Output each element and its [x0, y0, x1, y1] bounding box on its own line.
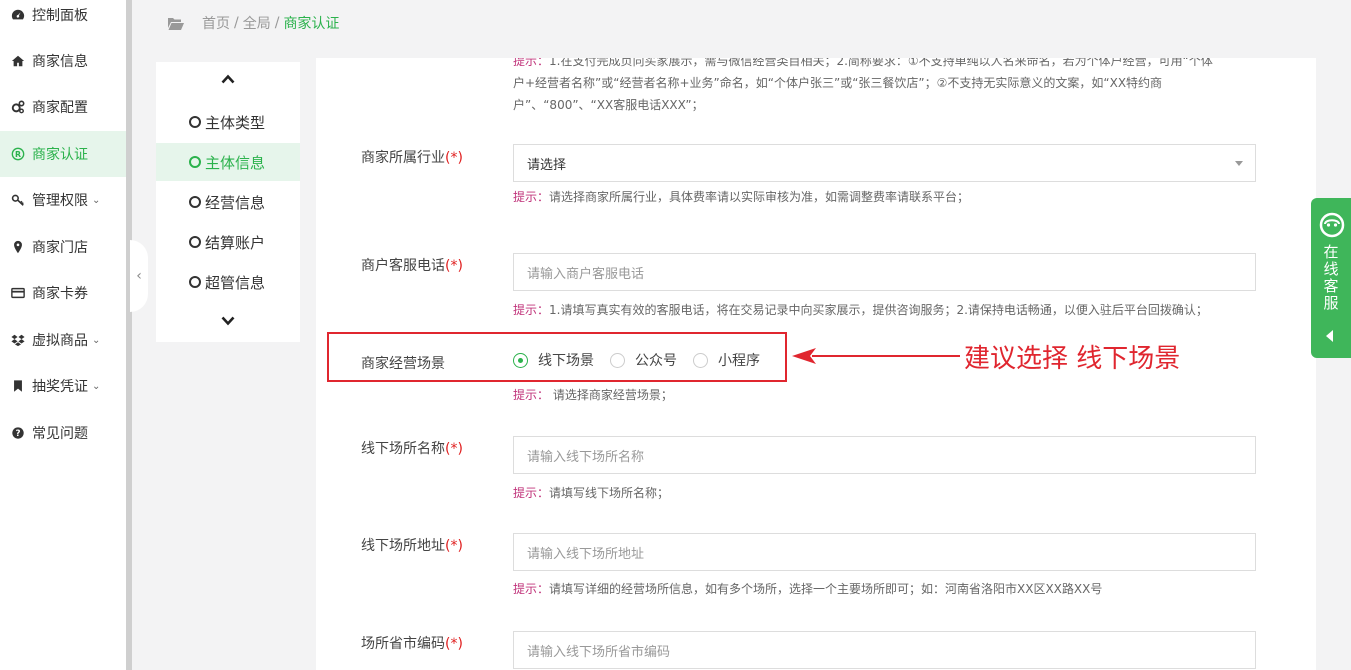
step-label: 主体信息: [205, 153, 266, 172]
place-code-label: 场所省市编码(*): [361, 636, 463, 652]
service-phone-label: 商户客服电话(*): [361, 258, 463, 274]
circle-icon: [189, 156, 201, 168]
home-icon: [10, 53, 26, 69]
circle-icon: [189, 116, 201, 128]
step-label: 经营信息: [205, 193, 266, 212]
chevron-left-icon: ‹: [136, 268, 142, 284]
circle-icon: [189, 236, 201, 248]
sidebar-item-stores[interactable]: 商家门店: [0, 224, 126, 270]
bookmark-icon: [10, 378, 26, 394]
sidebar-item-merchant-auth[interactable]: R 商家认证: [0, 131, 126, 177]
online-service-label: 在线客服: [1323, 243, 1339, 312]
chevron-down-icon: [221, 316, 235, 326]
chevron-up-icon: [221, 74, 235, 84]
place-name-hint: 提示：请填写线下场所名称；: [513, 486, 670, 500]
chevron-down-icon: ⌄: [92, 380, 101, 392]
place-name-label: 线下场所名称(*): [361, 441, 463, 457]
step-item-settlement-account[interactable]: 结算账户: [156, 223, 300, 261]
sidebar-item-merchant-config[interactable]: 商家配置: [0, 84, 126, 130]
breadcrumb-global[interactable]: 全局: [243, 13, 271, 33]
place-address-hint: 提示：请填写详细的经营场所信息，如有多个场所，选择一个主要场所即可；如：河南省洛…: [513, 582, 1103, 596]
business-scene-hint: 提示： 请选择商家经营场景；: [513, 388, 673, 402]
chevron-down-icon: ⌄: [92, 334, 101, 346]
map-pin-icon: [10, 239, 26, 255]
sidebar-item-merchant-info[interactable]: 商家信息: [0, 38, 126, 84]
svg-text:?: ?: [15, 429, 20, 439]
circle-icon: [189, 196, 201, 208]
step-nav: 主体类型 主体信息 经营信息 结算账户 超管信息: [156, 62, 300, 342]
folder-open-icon: [168, 17, 184, 30]
industry-label: 商家所属行业(*): [361, 150, 463, 166]
sidebar-item-label: 虚拟商品: [32, 333, 88, 349]
question-icon: ?: [10, 425, 26, 441]
step-label: 结算账户: [205, 233, 266, 252]
sidebar-item-label: 管理权限: [32, 193, 88, 209]
sidebar-divider: [126, 0, 132, 670]
sidebar-item-virtual-goods[interactable]: 虚拟商品 ⌄: [0, 317, 126, 363]
place-address-label: 线下场所地址(*): [361, 538, 463, 554]
step-label: 超管信息: [205, 273, 266, 292]
sidebar-item-cards[interactable]: 商家卡券: [0, 270, 126, 316]
step-down-button[interactable]: [156, 314, 300, 330]
breadcrumb: 首页 / 全局 / 商家认证: [168, 13, 339, 33]
sidebar-item-dashboard[interactable]: 控制面板: [0, 0, 126, 38]
sidebar-item-label: 控制面板: [32, 8, 88, 24]
sidebar-item-label: 商家门店: [32, 240, 88, 256]
registered-icon: R: [10, 146, 26, 162]
dashboard-icon: [10, 7, 26, 23]
sidebar-item-label: 商家认证: [32, 147, 88, 163]
dropbox-icon: [10, 332, 26, 348]
annotation-arrow-icon: [792, 348, 960, 364]
breadcrumb-home[interactable]: 首页: [202, 13, 230, 33]
online-service-widget[interactable]: 在线客服: [1311, 198, 1351, 358]
short-name-hint: 提示：1.在支付完成页向买家展示，需与微信经营类目相关；2.简称要求：①不支持单…: [513, 58, 1213, 112]
step-item-subject-type[interactable]: 主体类型: [156, 103, 300, 141]
industry-hint: 提示：请选择商家所属行业，具体费率请以实际审核为准，如需调整费率请联系平台；: [513, 190, 970, 204]
key-icon: [10, 192, 26, 208]
headset-icon: [1319, 212, 1345, 238]
breadcrumb-current: 商家认证: [283, 16, 340, 32]
step-up-button[interactable]: [156, 72, 300, 88]
sidebar-item-permissions[interactable]: 管理权限 ⌄: [0, 177, 126, 223]
circle-icon: [189, 276, 201, 288]
caret-left-icon: [1326, 330, 1333, 342]
sidebar-item-label: 抽奖凭证: [32, 379, 88, 395]
gears-icon: [10, 99, 26, 115]
place-code-input[interactable]: 请输入线下场所省市编码: [513, 631, 1256, 669]
step-label: 主体类型: [205, 113, 266, 132]
place-name-input[interactable]: 请输入线下场所名称: [513, 436, 1256, 474]
sidebar-item-label: 商家信息: [32, 54, 88, 70]
step-item-subject-info[interactable]: 主体信息: [156, 143, 300, 181]
sidebar-collapse-button[interactable]: ‹: [130, 240, 148, 312]
breadcrumb-separator: /: [234, 15, 239, 31]
sidebar-item-label: 常见问题: [32, 426, 88, 442]
annotation-highlight-box: [327, 332, 787, 382]
svg-text:R: R: [15, 150, 21, 159]
step-item-admin-info[interactable]: 超管信息: [156, 263, 300, 301]
place-address-input[interactable]: 请输入线下场所地址: [513, 533, 1256, 571]
service-phone-input[interactable]: 请输入商户客服电话: [513, 253, 1256, 291]
caret-down-icon: [1235, 161, 1243, 166]
sidebar-item-label: 商家配置: [32, 100, 88, 116]
sidebar: 控制面板 商家信息 商家配置 R 商家认证 管理权限 ⌄ 商家门店 商家卡券 虚…: [0, 0, 126, 670]
sidebar-item-label: 商家卡券: [32, 286, 88, 302]
chevron-down-icon: ⌄: [92, 194, 101, 206]
sidebar-item-faq[interactable]: ? 常见问题: [0, 410, 126, 456]
service-phone-hint: 提示：1.请填写真实有效的客服电话，将在交易记录中向买家展示，提供咨询服务；2.…: [513, 303, 1208, 317]
step-item-business-info[interactable]: 经营信息: [156, 183, 300, 221]
card-icon: [10, 285, 26, 301]
sidebar-item-lottery[interactable]: 抽奖凭证 ⌄: [0, 363, 126, 409]
breadcrumb-separator: /: [274, 15, 280, 31]
annotation-text: 建议选择 线下场景: [964, 344, 1181, 374]
industry-select[interactable]: 请选择: [513, 144, 1256, 182]
